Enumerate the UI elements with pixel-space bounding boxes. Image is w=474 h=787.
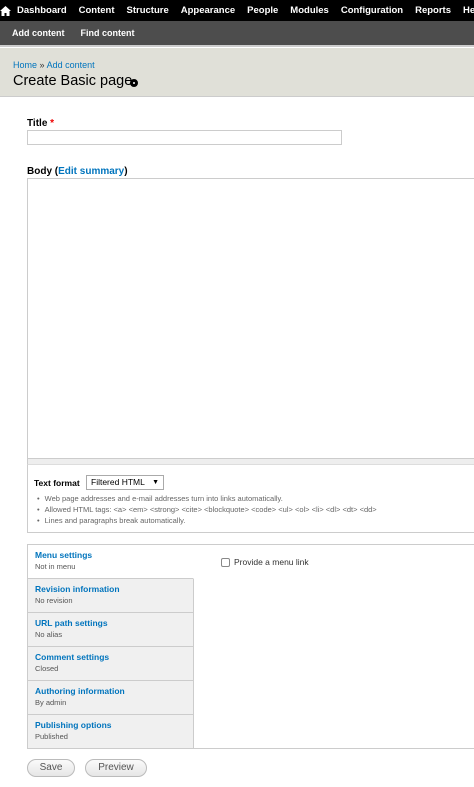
- shortcut-add-content[interactable]: Add content: [8, 28, 69, 38]
- edit-summary-link[interactable]: Edit summary: [58, 166, 124, 177]
- vtab-publishing-options[interactable]: Publishing options Published: [28, 715, 194, 749]
- vtab-summary: Published: [35, 732, 68, 741]
- dropdown-arrow-icon: ▼: [152, 479, 159, 486]
- preview-button[interactable]: Preview: [85, 759, 147, 777]
- vtab-title: Publishing options: [35, 720, 112, 730]
- tip-item: Web page addresses and e-mail addresses …: [37, 493, 474, 504]
- vtab-title: Menu settings: [35, 550, 93, 560]
- breadcrumb-add-content-link[interactable]: Add content: [47, 60, 95, 70]
- vertical-tabs: Menu settings Not in menu Revision infor…: [27, 544, 474, 749]
- tip-item: Allowed HTML tags: <a> <em> <strong> <ci…: [37, 504, 474, 515]
- vtab-url-path-settings[interactable]: URL path settings No alias: [28, 613, 194, 647]
- breadcrumb: Home » Add content: [13, 60, 95, 70]
- vtab-summary: Closed: [35, 664, 59, 673]
- vtab-summary: Not in menu: [35, 562, 76, 571]
- toolbar-item-people[interactable]: People: [241, 0, 284, 21]
- vtab-comment-settings[interactable]: Comment settings Closed: [28, 647, 194, 681]
- toolbar-item-configuration[interactable]: Configuration: [335, 0, 409, 21]
- text-format-select[interactable]: Filtered HTML ▼: [86, 475, 164, 490]
- vtab-authoring-information[interactable]: Authoring information By admin: [28, 681, 194, 715]
- text-format-tips: Web page addresses and e-mail addresses …: [37, 493, 474, 526]
- shortcut-find-content[interactable]: Find content: [77, 28, 139, 38]
- vtab-summary: By admin: [35, 698, 67, 707]
- title-label-text: Title: [27, 118, 48, 129]
- body-textarea[interactable]: [27, 178, 474, 459]
- page-title: Create Basic page: [13, 73, 133, 89]
- toolbar-item-content[interactable]: Content: [73, 0, 121, 21]
- breadcrumb-separator: »: [39, 60, 45, 70]
- vtab-title: Comment settings: [35, 652, 110, 662]
- tip-item: Lines and paragraphs break automatically…: [37, 515, 474, 526]
- text-format-label: Text format: [34, 478, 80, 488]
- shortcuts-bar: Add content Find content: [0, 21, 474, 47]
- text-format-selected-value: Filtered HTML: [91, 477, 145, 487]
- provide-menu-link-checkbox[interactable]: [221, 557, 230, 567]
- home-icon[interactable]: [0, 0, 11, 21]
- title-input[interactable]: [27, 130, 342, 145]
- add-shortcut-icon[interactable]: [130, 79, 138, 87]
- vtab-menu-settings[interactable]: Menu settings Not in menu: [28, 545, 194, 579]
- vertical-tabs-list: Menu settings Not in menu Revision infor…: [28, 545, 194, 749]
- toolbar-item-modules[interactable]: Modules: [284, 0, 335, 21]
- toolbar-item-reports[interactable]: Reports: [409, 0, 457, 21]
- breadcrumb-home-link[interactable]: Home: [13, 60, 37, 70]
- vtab-title: URL path settings: [35, 618, 108, 628]
- vtab-summary: No alias: [35, 630, 63, 639]
- page-header: Home » Add content Create Basic page: [0, 48, 474, 97]
- vtab-summary: No revision: [35, 596, 73, 605]
- toolbar-item-structure[interactable]: Structure: [121, 0, 175, 21]
- toolbar-item-help[interactable]: Help: [457, 0, 474, 21]
- toolbar-item-dashboard[interactable]: Dashboard: [11, 0, 73, 21]
- provide-menu-link-field: Provide a menu link: [221, 557, 309, 567]
- toolbar-item-appearance[interactable]: Appearance: [175, 0, 241, 21]
- save-button[interactable]: Save: [27, 759, 75, 777]
- title-label: Title *: [27, 118, 54, 129]
- provide-menu-link-label[interactable]: Provide a menu link: [234, 557, 309, 567]
- vtab-title: Authoring information: [35, 686, 125, 696]
- body-label-text: Body: [27, 166, 52, 177]
- required-marker: *: [50, 118, 55, 129]
- body-label: Body (Edit summary): [27, 166, 128, 177]
- vtab-revision-information[interactable]: Revision information No revision: [28, 579, 194, 613]
- vtab-title: Revision information: [35, 584, 120, 594]
- admin-toolbar: Dashboard Content Structure Appearance P…: [0, 0, 474, 21]
